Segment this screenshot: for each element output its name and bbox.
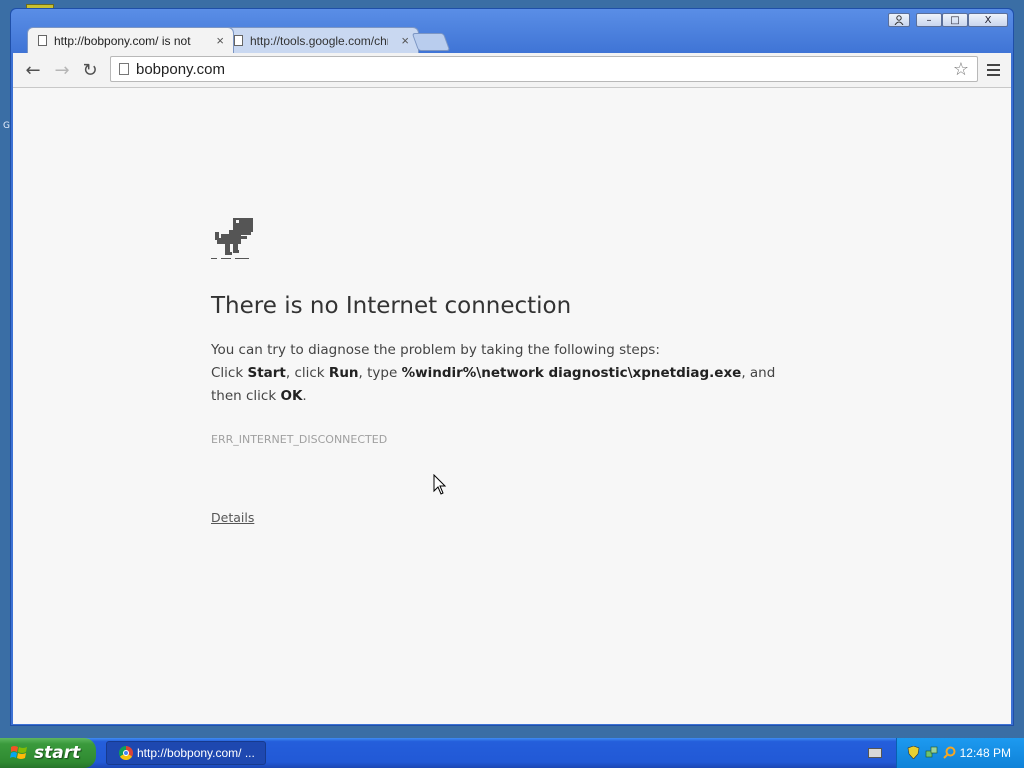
error-page: There is no Internet connection You can … [13,88,1011,724]
intro-text: You can try to diagnose the problem by t… [211,342,660,358]
clock[interactable]: 12:48 PM [960,746,1011,760]
keyboard-icon[interactable] [868,748,882,758]
details-link[interactable]: Details [211,510,254,525]
address-bar-url[interactable]: bobpony.com [136,61,225,78]
page-icon [38,35,47,46]
chrome-icon [119,746,133,760]
taskbar-chrome-window[interactable]: http://bobpony.com/ ... [106,741,266,765]
tab-bobpony[interactable]: http://bobpony.com/ is not a × [27,27,234,53]
system-tray: 12:48 PM [896,738,1024,768]
forward-arrow-icon[interactable]: → [51,59,73,81]
tab-close-icon[interactable]: × [401,33,409,48]
page-icon [234,35,243,46]
start-label: start [34,743,81,763]
page-title: There is no Internet connection [211,293,572,319]
error-code: ERR_INTERNET_DISCONNECTED [211,433,388,446]
close-window-button[interactable]: X [968,13,1008,27]
tab-title: http://tools.google.com/chrome [250,33,388,48]
mouse-cursor-icon [433,474,447,495]
browser-toolbar: ← → ↻ bobpony.com ☆ [13,53,1011,88]
security-shield-icon[interactable] [907,746,920,759]
start-button[interactable]: start [0,738,96,768]
tab-title: http://bobpony.com/ is not a [54,33,192,48]
desktop-side-label: G [3,121,10,131]
steps-text: Click Start, click Run, type %windir%\ne… [211,365,776,404]
diagnose-instructions: You can try to diagnose the problem by t… [211,339,791,408]
maximize-button[interactable]: □ [942,13,968,27]
back-arrow-icon[interactable]: ← [22,59,44,81]
network-icon[interactable] [925,746,938,759]
reload-icon[interactable]: ↻ [79,59,101,81]
tab-google-tools[interactable]: http://tools.google.com/chrome × [223,27,419,53]
browser-window: – □ X http://bobpony.com/ is not a × htt… [10,8,1014,726]
windows-flag-icon [10,746,27,759]
user-icon [894,15,904,25]
address-bar[interactable]: bobpony.com ☆ [110,56,978,82]
page-icon [119,63,129,75]
bookmark-star-icon[interactable]: ☆ [953,59,969,80]
new-tab-button[interactable] [411,33,451,51]
taskbar-item-label: http://bobpony.com/ ... [137,746,255,760]
tab-close-icon[interactable]: × [216,33,224,48]
dinosaur-icon [211,218,253,259]
search-icon[interactable] [943,746,956,759]
profile-button[interactable] [888,13,910,27]
menu-icon[interactable] [987,64,1000,79]
minimize-button[interactable]: – [916,13,942,27]
